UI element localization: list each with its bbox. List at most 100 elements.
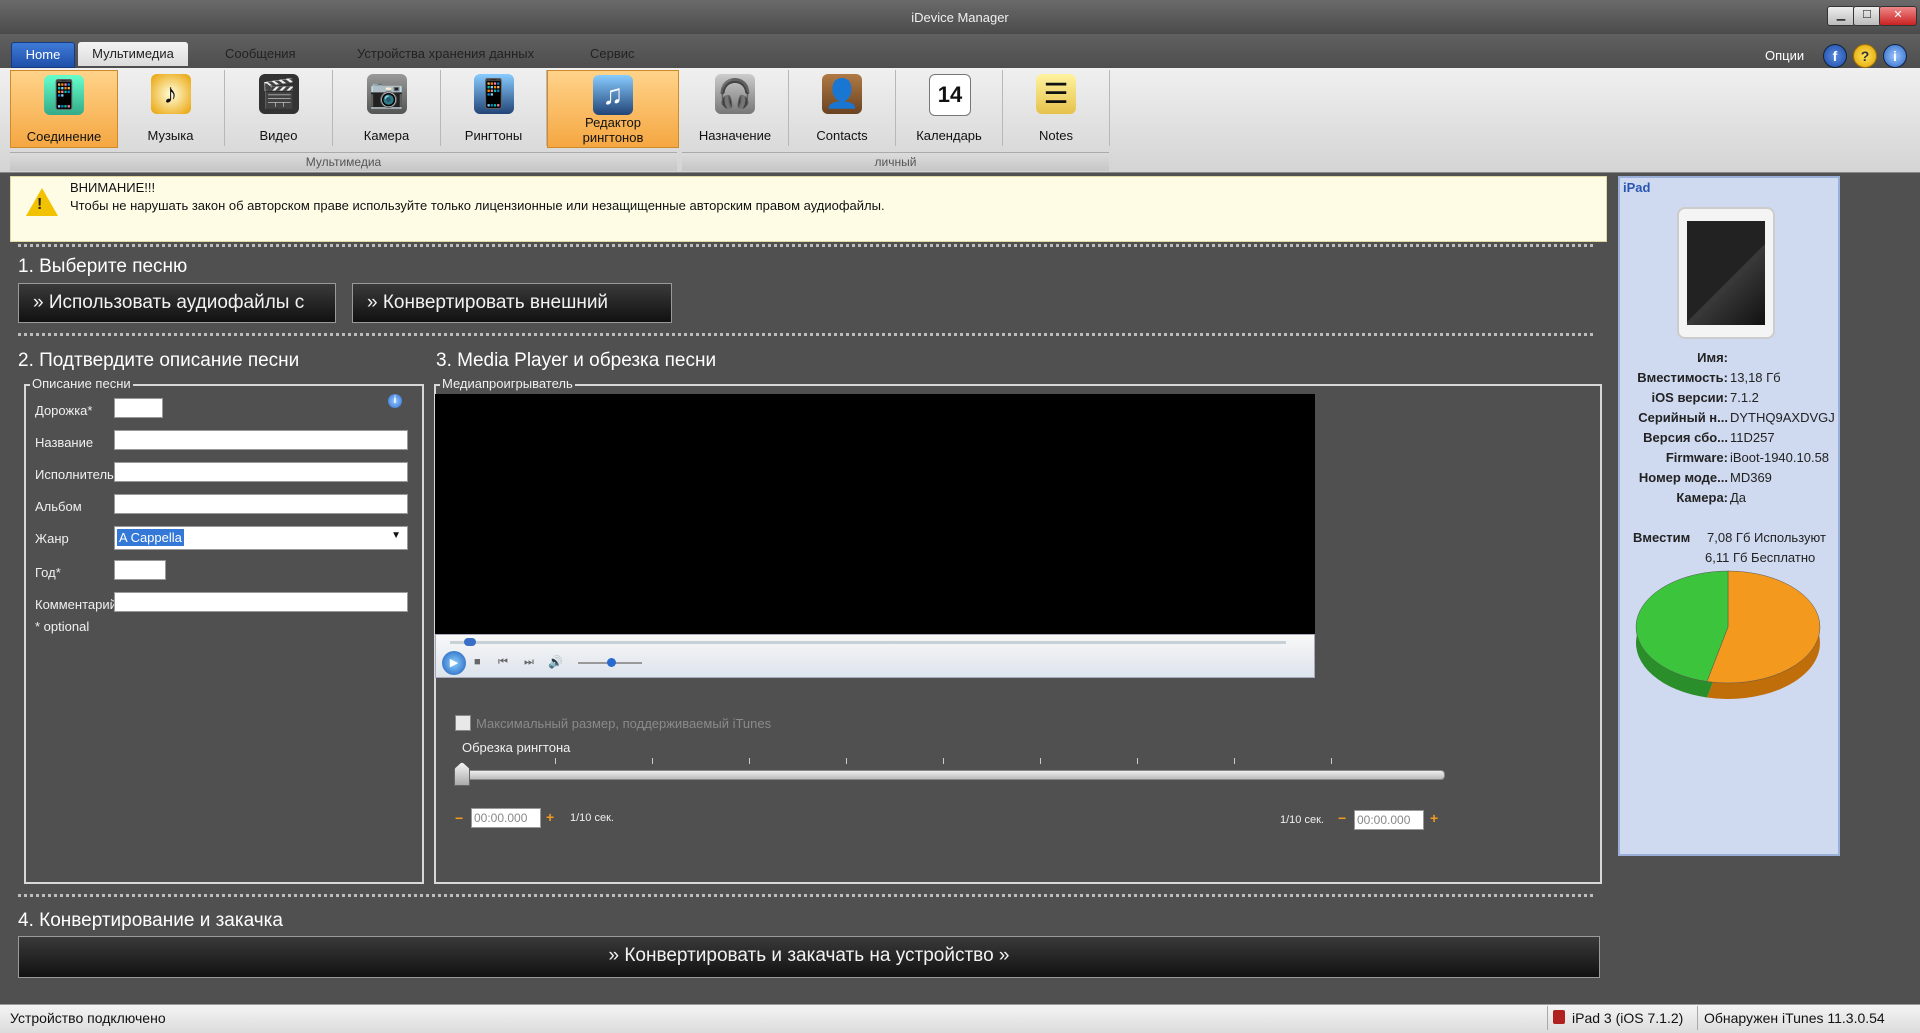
max-size-checkbox[interactable] [455,715,471,731]
next-icon[interactable]: ⏭ [524,656,534,669]
music-icon: ♪ [150,74,191,114]
options-link[interactable]: Опции [1765,48,1804,63]
minimize-button[interactable]: ▁ [1827,6,1855,26]
ribbon-music-button[interactable]: ♪ Музыка [117,70,225,146]
help-icon[interactable]: ? [1853,44,1877,68]
ringtone-editor-icon: ♫ [593,75,633,115]
calendar-icon: 14 [929,74,971,116]
volume-handle[interactable] [607,658,616,667]
use-audio-files-button[interactable]: » Использовать аудиофайлы с [18,283,336,323]
convert-upload-button[interactable]: » Конвертировать и закачать на устройств… [18,936,1600,978]
end-increase-button[interactable]: + [1430,810,1438,826]
title-input[interactable] [114,430,408,450]
device-info-row: iOS версии: 7.1.2 [1618,390,1840,410]
video-area[interactable] [435,394,1315,634]
trim-slider[interactable] [458,770,1445,780]
ribbon-assignment-button[interactable]: 🎧 Назначение [682,70,789,146]
device-info-value: DYTHQ9AXDVGJ [1730,410,1835,425]
divider [18,244,1593,247]
device-info-value: Да [1730,490,1747,505]
track-label: Дорожка* [35,403,93,418]
status-itunes: Обнаружен iTunes 11.3.0.54 [1704,1010,1885,1026]
genre-label: Жанр [35,531,69,546]
device-info-row: Номер моде... MD369 [1618,470,1840,490]
ribbon-ringtones-button[interactable]: 📱 Рингтоны [441,70,547,146]
tab-home[interactable]: Home [11,42,75,68]
ribbon-contacts-button[interactable]: 👤 Contacts [789,70,896,146]
status-text: Устройство подключено [10,1010,166,1026]
step3-heading: 3. Media Player и обрезка песни [436,350,717,371]
track-input[interactable] [114,398,163,418]
device-info-key: Имя: [1697,350,1728,365]
genre-select[interactable]: A Cappella ▼ [114,526,408,550]
convert-external-button[interactable]: » Конвертировать внешний [352,283,672,323]
device-info-row: Имя: [1618,350,1840,370]
start-decrease-button[interactable]: − [455,810,463,826]
artist-input[interactable] [114,462,408,482]
lock-icon [1553,1010,1565,1024]
end-time-input[interactable]: 00:00.000 [1354,810,1424,830]
step4-heading: 4. Конвертирование и закачка [18,910,283,931]
seek-handle[interactable] [464,638,476,646]
device-info-key: Firmware: [1665,450,1728,465]
ringtones-icon: 📱 [473,74,514,114]
maximize-button[interactable]: ☐ [1853,6,1881,26]
ribbon-video-button[interactable]: 🎬 Видео [225,70,333,146]
genre-value: A Cappella [117,529,184,546]
player-controls: ▶ ■ ⏮ ⏭ 🔊 [435,634,1315,678]
trim-tick [1137,758,1138,764]
ribbon-connection-button[interactable]: 📱 Соединение [10,70,118,148]
notes-icon: ☰ [1036,74,1076,114]
trim-tick [943,758,944,764]
device-info-row: Камера: Да [1618,490,1840,510]
device-info-row: Версия сбо... 11D257 [1618,430,1840,450]
year-input[interactable] [114,560,166,580]
device-info-value: 13,18 Гб [1730,370,1781,385]
tab-messages[interactable]: Сообщения [225,42,296,66]
ribbon-camera-button[interactable]: 📷 Камера [333,70,441,146]
comment-input[interactable] [114,592,408,612]
start-time-input[interactable]: 00:00.000 [471,808,541,828]
volume-icon[interactable]: 🔊 [548,655,563,669]
video-icon: 🎬 [258,74,299,114]
previous-icon[interactable]: ⏮ [498,656,508,669]
title-bar: iDevice Manager [0,0,1920,34]
max-size-label: Максимальный размер, поддерживаемый iTun… [476,716,772,731]
tab-multimedia[interactable]: Мультимедиа [78,42,188,66]
device-info-value: 7.1.2 [1730,390,1759,405]
device-info-key: iOS версии: [1651,390,1728,405]
camera-icon: 📷 [366,74,407,114]
capacity-key: Вместим [1633,530,1691,545]
device-info-row: Серийный н... DYTHQ9AXDVGJ [1618,410,1840,430]
trim-tick [1331,758,1332,764]
ribbon-calendar-button[interactable]: 14 Календарь [896,70,1003,146]
seek-bar[interactable] [450,641,1286,644]
info-icon[interactable]: i [1883,44,1907,68]
trim-tick [846,758,847,764]
trim-tick [1234,758,1235,764]
close-button[interactable]: ✕ [1879,6,1917,26]
window-title: iDevice Manager [911,10,1009,25]
tab-service[interactable]: Сервис [590,42,635,66]
trim-tick [652,758,653,764]
play-icon[interactable]: ▶ [442,651,466,675]
info-icon[interactable]: i [388,394,402,408]
free-text: 6,11 Гб Бесплатно [1705,550,1816,565]
warning-title: ВНИМАНИЕ!!! [70,180,156,195]
tab-storage[interactable]: Устройства хранения данных [357,42,534,66]
device-info-key: Серийный н... [1638,410,1728,425]
start-increase-button[interactable]: + [546,809,554,825]
stop-icon[interactable]: ■ [474,656,481,668]
trim-tick [1040,758,1041,764]
facebook-icon[interactable]: f [1823,44,1847,68]
device-info-key: Версия сбо... [1643,430,1728,445]
storage-pie-chart [1635,570,1821,699]
media-player-title: Медиапроигрыватель [440,376,575,391]
chevron-down-icon[interactable]: ▼ [391,530,401,541]
device-info-row: Вместимость: 13,18 Гб [1618,370,1840,390]
ribbon-notes-button[interactable]: ☰ Notes [1003,70,1110,146]
album-input[interactable] [114,494,408,514]
ribbon-ringtone-editor-button[interactable]: ♫ Редактор рингтонов [547,70,679,148]
title-label: Название [35,435,94,450]
end-decrease-button[interactable]: − [1338,810,1346,826]
